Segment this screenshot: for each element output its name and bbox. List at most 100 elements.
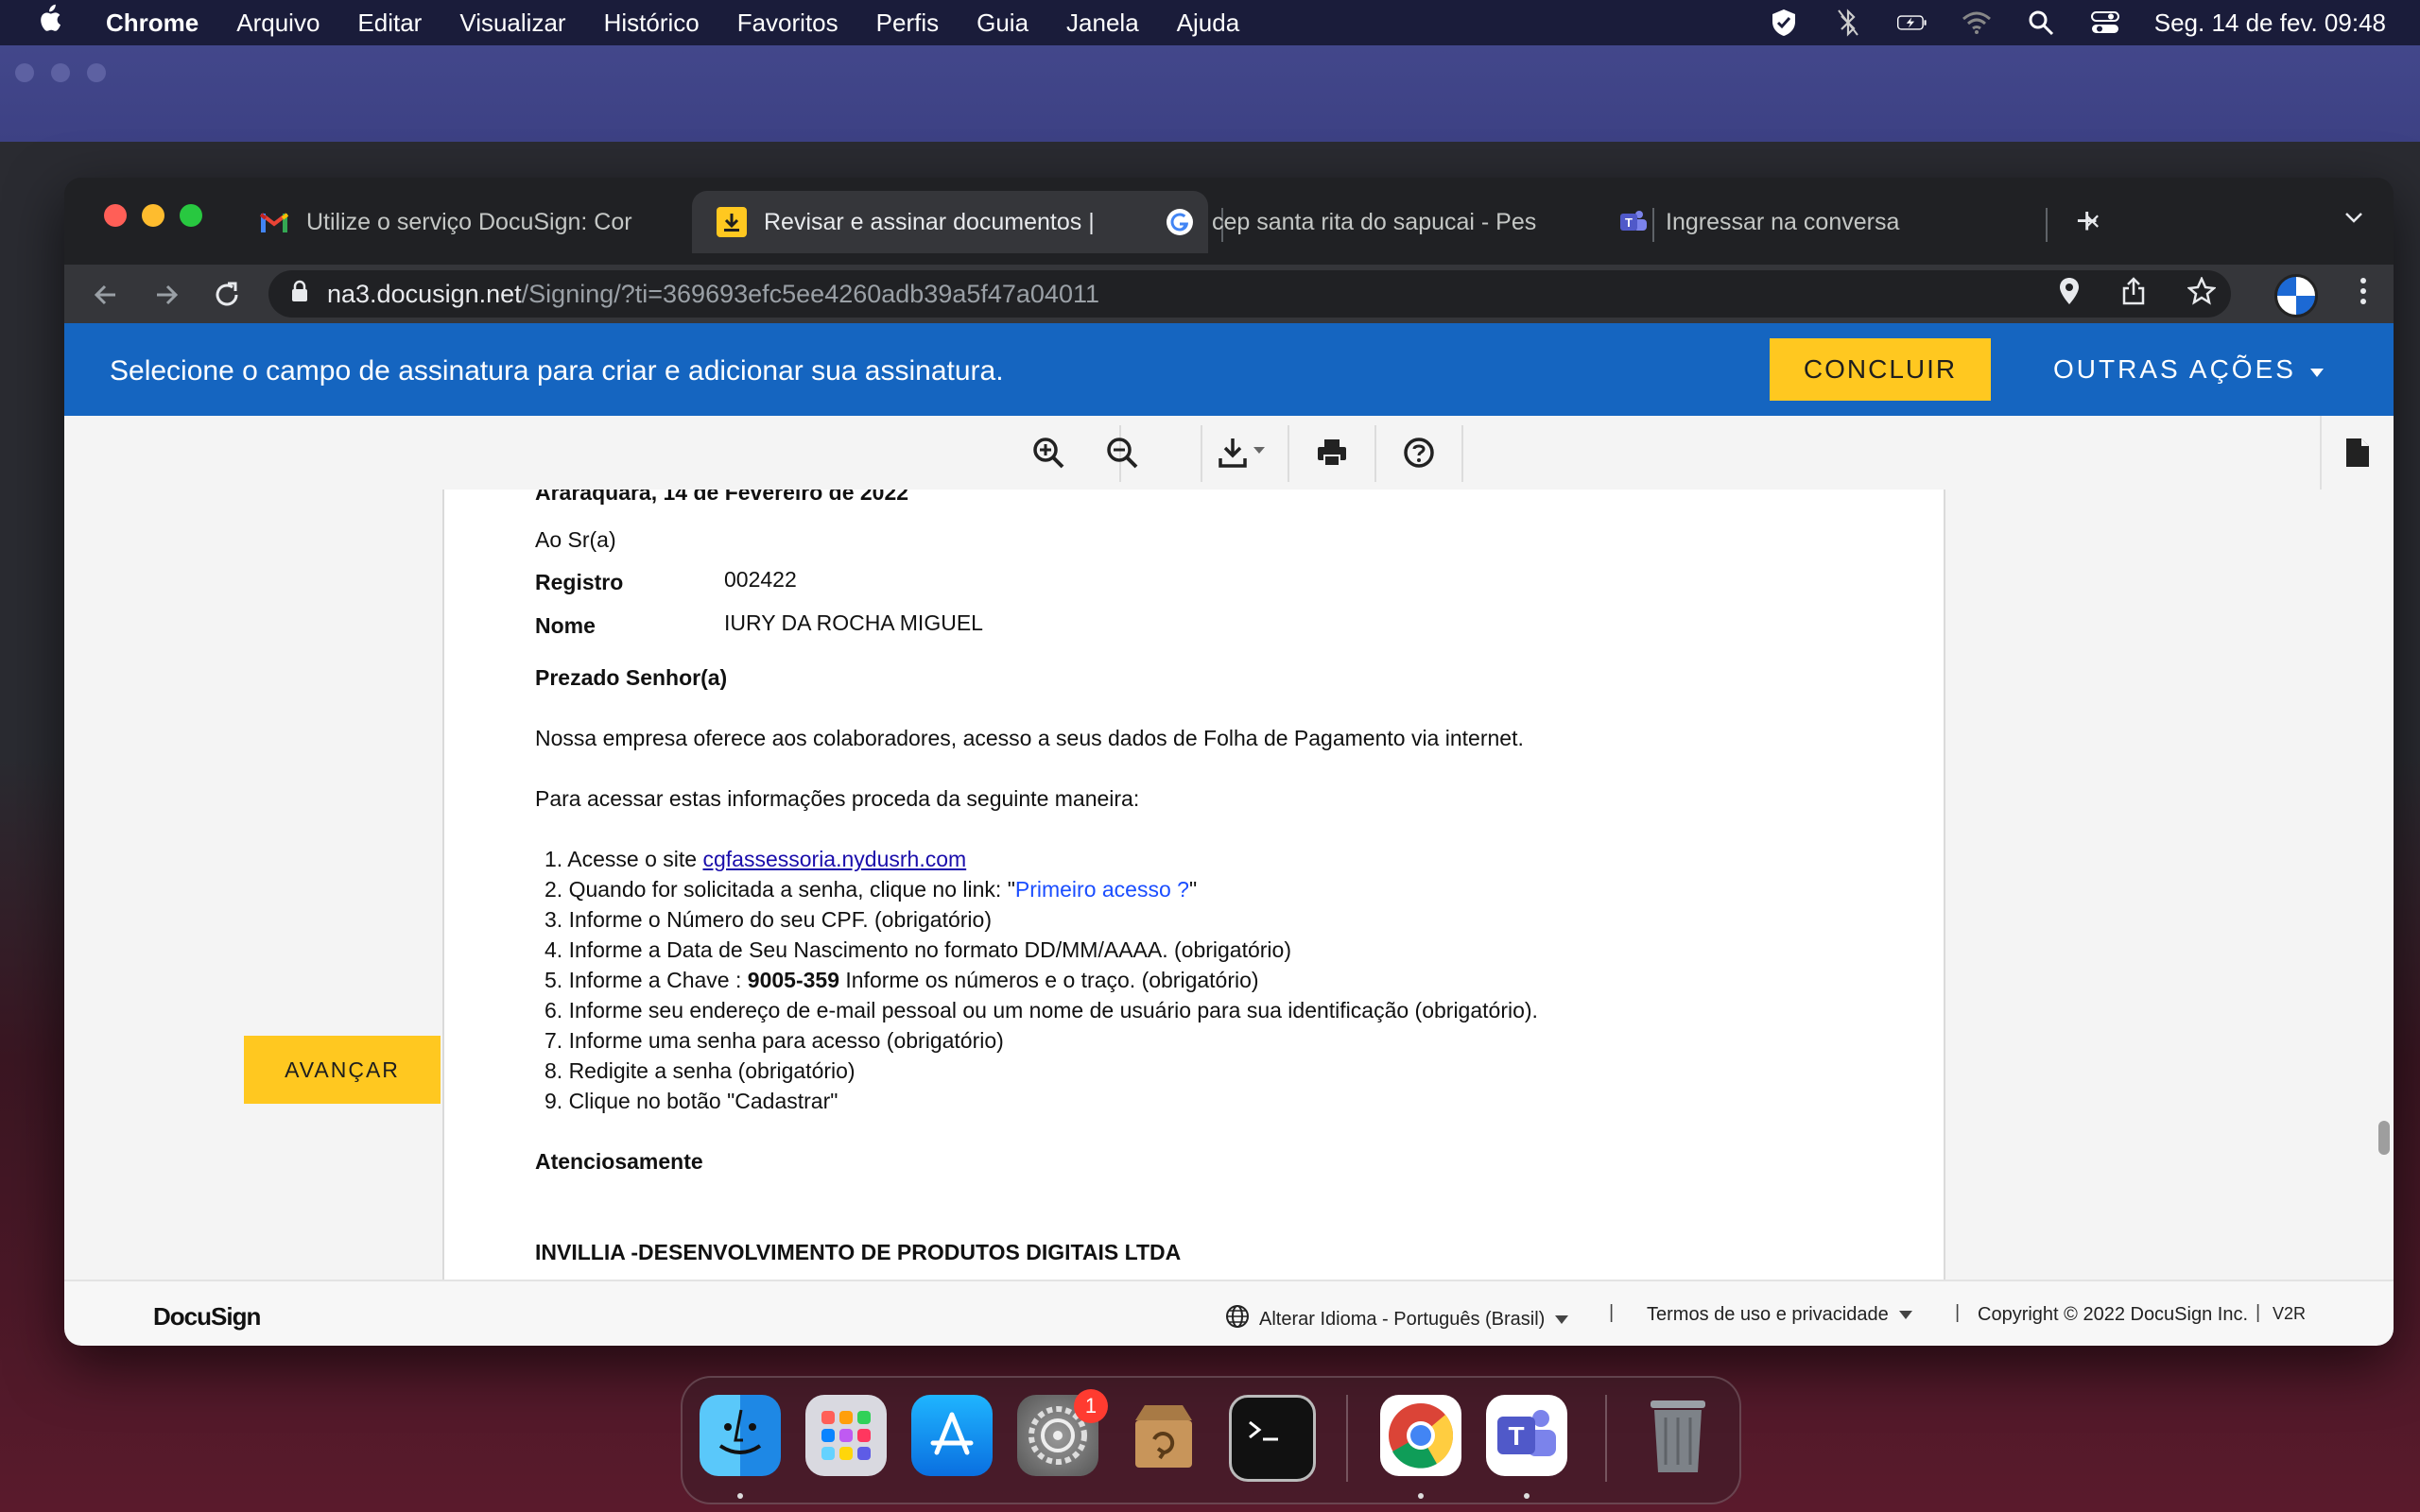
tab-google-search[interactable]: cep santa rita do sapucai - Pes × bbox=[1165, 191, 1652, 253]
vpn-shield-icon[interactable] bbox=[1769, 9, 1799, 36]
menu-historico[interactable]: Histórico bbox=[604, 9, 700, 38]
menubar-clock[interactable]: Seg. 14 de fev. 09:48 bbox=[2154, 9, 2386, 38]
battery-charging-icon[interactable] bbox=[1896, 9, 1927, 36]
spotlight-search-icon[interactable] bbox=[2026, 9, 2056, 36]
footer-divider: | bbox=[2256, 1302, 2261, 1323]
tab-docusign[interactable]: Revisar e assinar documentos | × bbox=[692, 191, 1208, 253]
document-toolbar bbox=[64, 416, 2394, 491]
finder-icon[interactable] bbox=[700, 1395, 781, 1476]
teams-app-icon[interactable]: T bbox=[1486, 1395, 1567, 1476]
doc-step-9: 9. Clique no botão "Cadastrar" bbox=[544, 1089, 838, 1113]
caret-down-icon bbox=[1898, 1304, 1913, 1326]
document-viewer[interactable]: Araraquara, 14 de Fevereiro de 2022 Ao S… bbox=[64, 490, 2394, 1280]
macos-menubar: Chrome Arquivo Editar Visualizar Históri… bbox=[0, 0, 2420, 45]
language-selector[interactable]: Alterar Idioma - Português (Brasil) bbox=[1225, 1304, 1569, 1334]
zoom-in-icon[interactable] bbox=[1013, 425, 1083, 480]
doc-instructions-intro: Para acessar estas informações proceda d… bbox=[535, 786, 1140, 811]
back-arrow-icon[interactable] bbox=[87, 276, 125, 314]
app-store-icon[interactable] bbox=[911, 1395, 993, 1476]
print-icon[interactable] bbox=[1297, 425, 1367, 480]
first-access-link[interactable]: Primeiro acesso ? bbox=[1015, 877, 1189, 902]
tab-teams[interactable]: T Ingressar na conversa × bbox=[1618, 191, 2110, 253]
launchpad-icon[interactable] bbox=[805, 1395, 887, 1476]
doc-step-8: 8. Redigite a senha (obrigatório) bbox=[544, 1058, 856, 1083]
archive-utility-icon[interactable] bbox=[1123, 1395, 1204, 1476]
window-controls bbox=[104, 204, 202, 227]
terms-label: Termos de uso e privacidade bbox=[1647, 1304, 1889, 1325]
profile-avatar[interactable] bbox=[2274, 274, 2318, 318]
doc-step-7: 7. Informe uma senha para acesso (obriga… bbox=[544, 1028, 1004, 1053]
system-preferences-icon[interactable]: 1 bbox=[1017, 1389, 1108, 1476]
doc-nome-value: IURY DA ROCHA MIGUEL bbox=[724, 610, 983, 635]
zoom-out-icon[interactable] bbox=[1087, 425, 1157, 480]
terminal-icon[interactable] bbox=[1229, 1395, 1316, 1482]
doc-step-4: 4. Informe a Data de Seu Nascimento no f… bbox=[544, 937, 1291, 962]
docusign-action-banner: Selecione o campo de assinatura para cri… bbox=[64, 323, 2394, 416]
doc-registro-value: 002422 bbox=[724, 567, 797, 592]
tab-title: cep santa rita do sapucai - Pes bbox=[1212, 208, 1537, 235]
doc-intro: Nossa empresa oferece aos colaboradores,… bbox=[535, 726, 1524, 750]
toolbar-divider bbox=[1201, 425, 1202, 482]
help-icon[interactable] bbox=[1384, 425, 1454, 480]
gmail-icon bbox=[259, 207, 289, 237]
tab-gmail[interactable]: Utilize o serviço DocuSign: Cor × bbox=[259, 191, 739, 253]
trash-icon[interactable] bbox=[1637, 1395, 1719, 1476]
language-label: Alterar Idioma - Português (Brasil) bbox=[1259, 1308, 1546, 1330]
tab-title: Revisar e assinar documentos | bbox=[764, 208, 1095, 235]
doc-nome-label: Nome bbox=[535, 613, 596, 638]
terms-link[interactable]: Termos de uso e privacidade bbox=[1647, 1304, 1913, 1326]
download-icon[interactable] bbox=[1210, 425, 1276, 480]
menu-visualizar[interactable]: Visualizar bbox=[459, 9, 565, 38]
finish-button[interactable]: CONCLUIR bbox=[1770, 338, 1991, 401]
background-window-controls bbox=[15, 63, 106, 82]
scrollbar-thumb[interactable] bbox=[2378, 1121, 2390, 1155]
lock-icon[interactable] bbox=[291, 280, 308, 309]
dock-divider bbox=[1605, 1395, 1607, 1482]
other-actions-button[interactable]: OUTRAS AÇÕES bbox=[2053, 338, 2325, 401]
site-link[interactable]: cgfassessoria.nydusrh.com bbox=[702, 847, 966, 871]
doc-step-3: 3. Informe o Número do seu CPF. (obrigat… bbox=[544, 907, 992, 932]
new-tab-button[interactable]: + bbox=[2076, 200, 2098, 243]
wifi-icon[interactable] bbox=[1962, 9, 1992, 36]
svg-text:T: T bbox=[1508, 1421, 1524, 1451]
apple-menu-icon[interactable] bbox=[36, 4, 74, 42]
step-text: 5. Informe a Chave : bbox=[544, 968, 748, 992]
menu-ajuda[interactable]: Ajuda bbox=[1177, 9, 1240, 38]
access-key: 9005-359 bbox=[747, 968, 839, 992]
chrome-icon[interactable] bbox=[1380, 1395, 1461, 1476]
menu-app-name[interactable]: Chrome bbox=[106, 9, 199, 38]
copyright-text: Copyright © 2022 DocuSign Inc. bbox=[1978, 1304, 2249, 1325]
doc-step-5: 5. Informe a Chave : 9005-359 Informe os… bbox=[544, 968, 1259, 993]
menu-arquivo[interactable]: Arquivo bbox=[236, 9, 320, 38]
menu-janela[interactable]: Janela bbox=[1066, 9, 1139, 38]
control-center-icon[interactable] bbox=[2090, 9, 2120, 36]
menu-favoritos[interactable]: Favoritos bbox=[737, 9, 838, 38]
menu-editar[interactable]: Editar bbox=[357, 9, 422, 38]
bluetooth-off-icon[interactable] bbox=[1833, 9, 1863, 37]
tab-strip: Utilize o serviço DocuSign: Cor × Revisa… bbox=[64, 178, 2394, 265]
more-options-icon[interactable] bbox=[2360, 276, 2367, 314]
close-window-button[interactable] bbox=[104, 204, 127, 227]
document-list-icon[interactable] bbox=[2320, 416, 2394, 490]
menu-perfis[interactable]: Perfis bbox=[876, 9, 939, 38]
advance-button[interactable]: AVANÇAR bbox=[244, 1036, 441, 1104]
doc-step-2: 2. Quando for solicitada a senha, clique… bbox=[544, 877, 1197, 902]
share-icon[interactable] bbox=[2121, 276, 2146, 312]
step-text: 1. Acesse o site bbox=[544, 847, 703, 871]
toolbar-divider bbox=[1288, 425, 1289, 482]
location-pin-icon[interactable] bbox=[2059, 277, 2080, 312]
reload-icon[interactable] bbox=[208, 276, 246, 314]
forward-arrow-icon[interactable] bbox=[147, 276, 185, 314]
tab-search-chevron-icon[interactable] bbox=[2342, 206, 2365, 233]
zoom-window-button[interactable] bbox=[180, 204, 202, 227]
address-bar[interactable]: na3.docusign.net/Signing/?ti=369693efc5e… bbox=[268, 270, 2231, 318]
minimize-window-button[interactable] bbox=[142, 204, 164, 227]
teams-icon: T bbox=[1618, 207, 1649, 237]
bookmark-star-icon[interactable] bbox=[2187, 275, 2217, 312]
document-page: Araraquara, 14 de Fevereiro de 2022 Ao S… bbox=[442, 490, 1945, 1280]
menu-guia[interactable]: Guia bbox=[977, 9, 1028, 38]
url-host: na3.docusign.net bbox=[327, 279, 522, 308]
doc-step-1: 1. Acesse o site cgfassessoria.nydusrh.c… bbox=[544, 847, 966, 872]
toolbar-divider bbox=[1461, 425, 1463, 482]
caret-down-icon bbox=[2309, 354, 2325, 385]
